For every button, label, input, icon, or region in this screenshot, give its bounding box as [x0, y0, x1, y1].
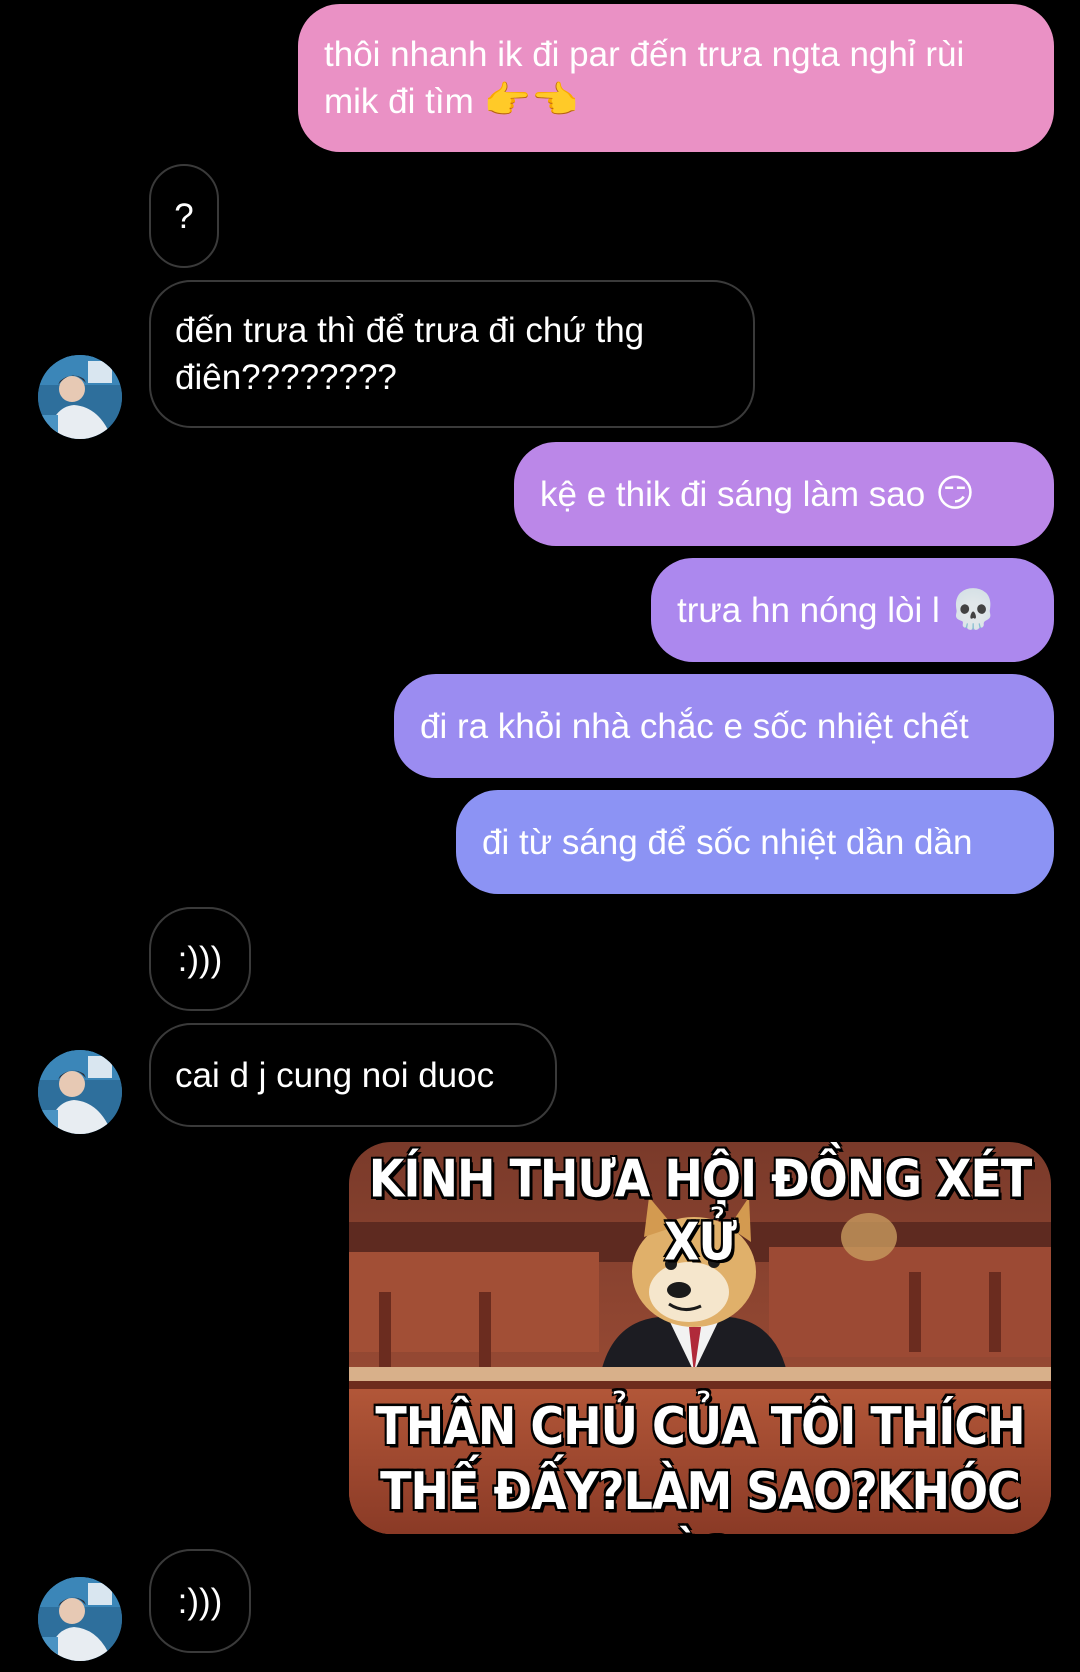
received-message-bubble[interactable]: ?	[149, 164, 219, 268]
sent-message-bubble[interactable]: đi từ sáng để sốc nhiệt dần dần	[456, 790, 1054, 894]
received-message-bubble[interactable]: đến trưa thì để trưa đi chứ thg điên????…	[149, 280, 755, 428]
message-text: trưa hn nóng lòi l 💀	[677, 588, 998, 631]
meme-bottom-caption: THÂN CHỦ CỦA TÔI THÍCH THẾ ĐẤY?LÀM SAO?K…	[349, 1394, 1051, 1534]
meme-top-caption: KÍNH THƯA HỘI ĐỒNG XÉT XỬ	[368, 1147, 1034, 1272]
contact-avatar[interactable]	[38, 1577, 122, 1661]
sent-message-bubble[interactable]: trưa hn nóng lòi l 💀	[651, 558, 1054, 662]
sent-message-bubble[interactable]: đi ra khỏi nhà chắc e sốc nhiệt chết	[394, 674, 1054, 778]
meme-bottom-line-2: THẾ ĐẤY?LÀM SAO?KHÓC À?	[379, 1460, 1022, 1534]
message-text: đến trưa thì để trưa đi chứ thg điên????…	[175, 311, 645, 397]
meme-bottom-line-1: THÂN CHỦ CỦA TÔI THÍCH	[374, 1395, 1026, 1458]
message-text: kệ e thik đi sáng làm sao 😏	[540, 472, 975, 515]
sent-message-bubble[interactable]: kệ e thik đi sáng làm sao 😏	[514, 442, 1054, 546]
message-text: đi ra khỏi nhà chắc e sốc nhiệt chết	[420, 706, 969, 746]
pointing-fingers-emoji: 👉👈	[483, 80, 579, 122]
contact-avatar[interactable]	[38, 1050, 122, 1134]
received-message-bubble[interactable]: cai d j cung noi duoc	[149, 1023, 557, 1127]
received-message-bubble[interactable]: :)))	[149, 907, 251, 1011]
smirk-emoji: 😏	[935, 472, 975, 515]
message-text: :)))	[177, 939, 223, 979]
avatar-person-icon	[38, 1577, 122, 1661]
skull-emoji: 💀	[949, 588, 998, 631]
message-text: cai d j cung noi duoc	[175, 1055, 495, 1095]
message-text: ?	[174, 196, 194, 236]
meme-image-message[interactable]: KÍNH THƯA HỘI ĐỒNG XÉT XỬ THÂN CHỦ CỦA T…	[349, 1142, 1051, 1534]
contact-avatar[interactable]	[38, 355, 122, 439]
sent-message-bubble[interactable]: thôi nhanh ik đi par đến trưa ngta nghỉ …	[298, 4, 1054, 152]
avatar-person-icon	[38, 1050, 122, 1134]
message-text: đi từ sáng để sốc nhiệt dần dần	[482, 822, 973, 862]
message-text: thôi nhanh ik đi par đến trưa ngta nghỉ …	[324, 35, 965, 122]
avatar-person-icon	[38, 355, 122, 439]
received-message-bubble[interactable]: :)))	[149, 1549, 251, 1653]
message-text: :)))	[177, 1581, 223, 1621]
